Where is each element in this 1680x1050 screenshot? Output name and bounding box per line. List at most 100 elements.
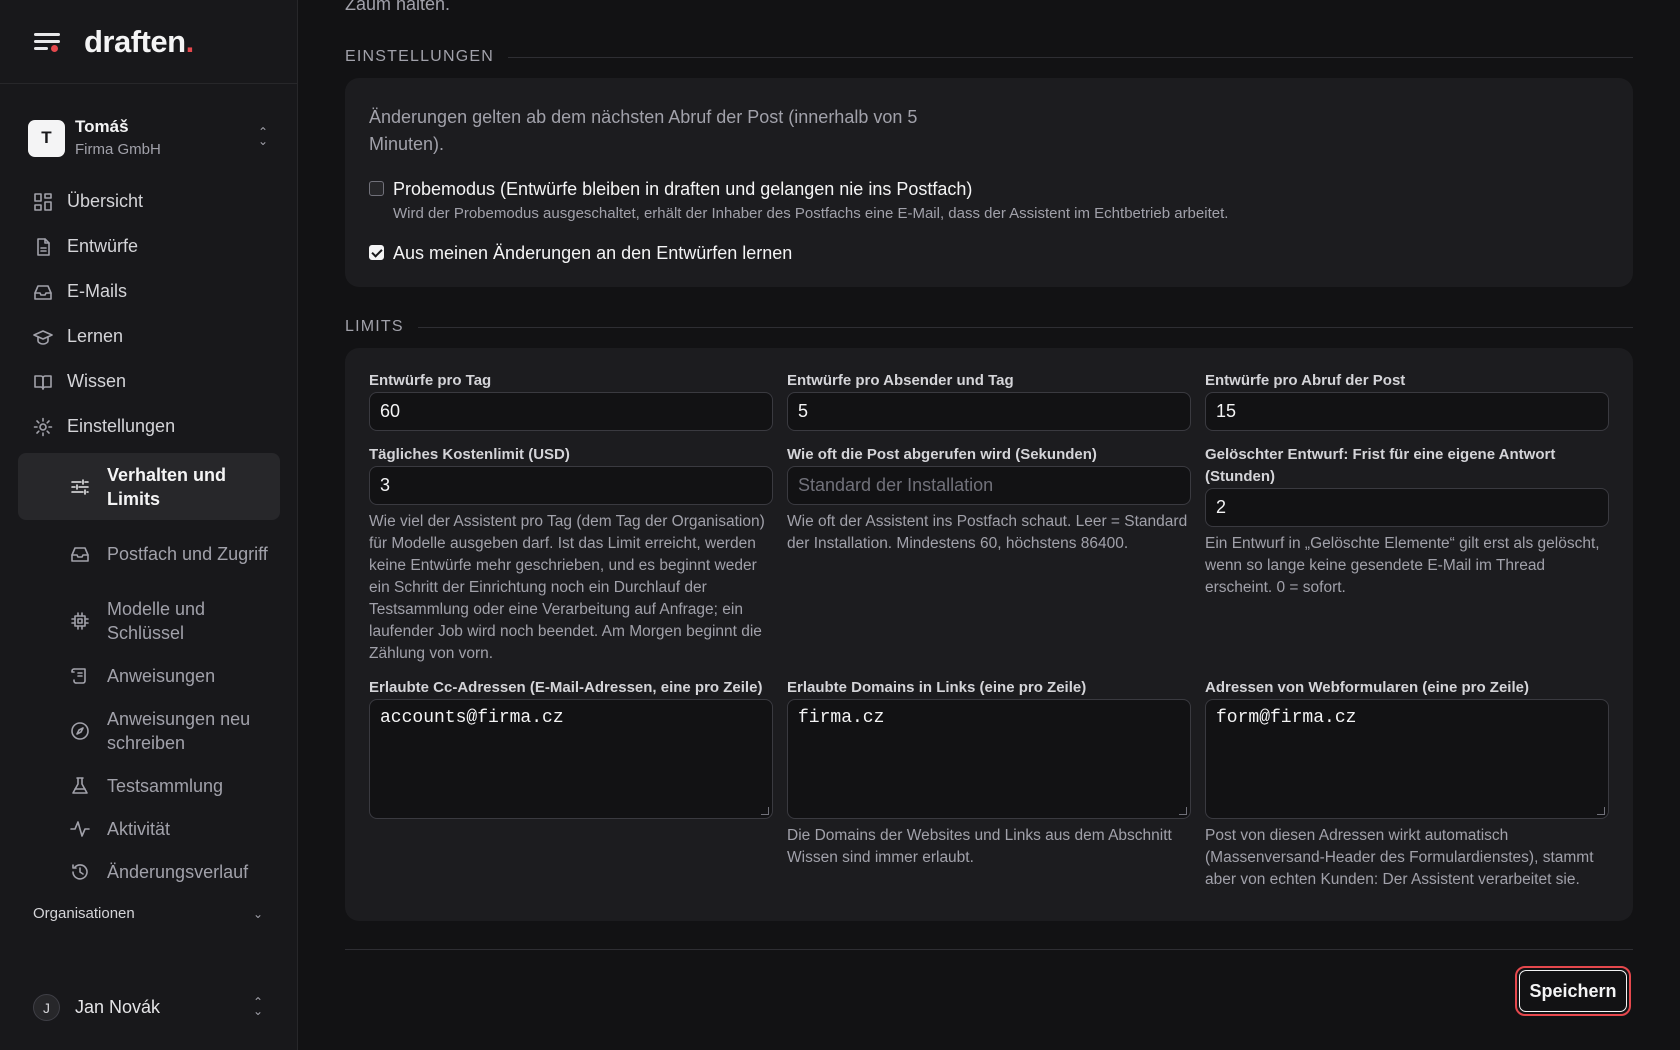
account-switcher[interactable]: T Tomáš Firma GmbH ⌃ ⌄ <box>28 116 270 158</box>
deleted-draft-input[interactable]: 2 <box>1205 488 1609 527</box>
learn-option: Aus meinen Änderungen an den Entwürfen l… <box>369 242 792 264</box>
account-avatar: T <box>28 119 65 157</box>
nav-item-emails[interactable]: E-Mails <box>18 269 280 314</box>
field-help: Wie viel der Assistent pro Tag (dem Tag … <box>369 513 765 662</box>
field-help: Die Domains der Websites und Links aus d… <box>787 827 1172 866</box>
test-mode-label[interactable]: Probemodus (Entwürfe bleiben in draften … <box>393 178 1228 200</box>
organizations-label: Organisationen <box>33 905 135 922</box>
field-label: Entwürfe pro Absender und Tag <box>787 372 1014 389</box>
chevron-up-down-icon: ⌃ ⌄ <box>257 125 269 148</box>
sidebar: draften. T Tomáš Firma GmbH ⌃ ⌄ Übersicht… <box>0 0 298 1050</box>
test-mode-checkbox[interactable] <box>369 181 384 196</box>
field-label: Wie oft die Post abgerufen wird (Sekunde… <box>787 446 1097 463</box>
dashboard-icon <box>34 192 52 211</box>
drafts-per-sender-input[interactable]: 5 <box>787 392 1191 431</box>
graduation-cap-icon <box>33 329 53 345</box>
user-name: Jan Novák <box>75 997 161 1017</box>
subnav-item-activity[interactable]: Aktivität <box>18 807 280 850</box>
subnav-item-behavior[interactable]: Verhalten und Limits <box>18 453 280 520</box>
user-menu[interactable]: J Jan Novák ⌃ ⌄ <box>33 994 265 1021</box>
gear-icon <box>33 417 53 436</box>
nav-item-overview[interactable]: Übersicht <box>18 179 280 224</box>
subnav-label: Verhalten und Limits <box>107 464 227 509</box>
subnav-label: Anweisungen <box>107 665 216 686</box>
subnav-item-instructions[interactable]: Anweisungen <box>18 654 280 697</box>
field-label: Erlaubte Cc-Adressen (E-Mail-Adressen, e… <box>369 679 763 696</box>
test-mode-help: Wird der Probemodus ausgeschaltet, erhäl… <box>393 205 1229 222</box>
subnav-item-mailbox[interactable]: Postfach und Zugriff <box>18 520 280 587</box>
section-title: LIMITS <box>345 318 404 335</box>
settings-note: Änderungen gelten ab dem nächsten Abruf … <box>369 107 918 154</box>
subnav-label: Modelle und Schlüssel <box>107 598 206 643</box>
cc-addresses-field: Erlaubte Cc-Adressen (E-Mail-Adressen, e… <box>369 677 773 819</box>
activity-icon <box>70 820 90 837</box>
drafts-per-day-field: Entwürfe pro Tag 60 <box>369 370 773 431</box>
footer-divider <box>345 949 1633 950</box>
sliders-icon <box>71 478 89 495</box>
field-label: Adressen von Webformularen (eine pro Zei… <box>1205 679 1529 696</box>
drafts-per-fetch-input[interactable]: 15 <box>1205 392 1609 431</box>
logo: draften. <box>84 23 194 59</box>
field-label: Tägliches Kostenlimit (USD) <box>369 446 570 463</box>
nav-item-drafts[interactable]: Entwürfe <box>18 224 280 269</box>
field-help: Post von diesen Adressen wirkt automatis… <box>1205 827 1594 888</box>
subnav-item-rewrite[interactable]: Anweisungen neu schreiben <box>18 697 280 764</box>
subnav-label: Anweisungen neu schreiben <box>107 708 251 753</box>
save-button[interactable]: Speichern <box>1519 970 1627 1012</box>
learn-checkbox[interactable] <box>369 245 384 260</box>
link-domains-textarea[interactable]: firma.cz <box>787 699 1191 819</box>
subnav-label: Aktivität <box>107 818 171 839</box>
test-mode-option: Probemodus (Entwürfe bleiben in draften … <box>369 178 1228 222</box>
flask-icon <box>72 776 88 794</box>
cc-addresses-textarea[interactable]: accounts@firma.cz <box>369 699 773 819</box>
settings-card: Änderungen gelten ab dem nächsten Abruf … <box>345 78 1633 287</box>
book-icon <box>34 374 52 390</box>
main-nav: Übersicht Entwürfe E-Mails Lernen Wissen… <box>18 179 280 893</box>
section-title: EINSTELLUNGEN <box>345 48 494 65</box>
save-button-focus-ring: Speichern <box>1515 966 1631 1016</box>
history-icon <box>72 863 88 880</box>
compass-icon <box>71 721 89 740</box>
nav-item-settings[interactable]: Einstellungen <box>18 404 280 449</box>
learn-label[interactable]: Aus meinen Änderungen an den Entwürfen l… <box>393 242 792 264</box>
drafts-per-day-input[interactable]: 60 <box>369 392 773 431</box>
deleted-draft-field: Gelöschter Entwurf: Frist für eine eigen… <box>1205 444 1609 599</box>
fetch-interval-input[interactable]: Standard der Installation <box>787 466 1191 505</box>
field-help: Ein Entwurf in „Gelöschte Elemente“ gilt… <box>1205 535 1600 596</box>
cost-limit-input[interactable]: 3 <box>369 466 773 505</box>
organizations-toggle[interactable]: Organisationen ⌄ <box>33 905 263 922</box>
inbox-icon <box>71 546 89 562</box>
subnav-item-testsuite[interactable]: Testsammlung <box>18 764 280 807</box>
drafts-per-sender-field: Entwürfe pro Absender und Tag 5 <box>787 370 1191 431</box>
link-domains-field: Erlaubte Domains in Links (eine pro Zeil… <box>787 677 1191 869</box>
webform-addresses-textarea[interactable]: form@firma.cz <box>1205 699 1609 819</box>
document-icon <box>37 237 50 256</box>
nav-label: Übersicht <box>67 191 144 211</box>
drafts-per-fetch-field: Entwürfe pro Abruf der Post 15 <box>1205 370 1609 431</box>
nav-label: E-Mails <box>67 281 128 301</box>
menu-icon[interactable] <box>34 32 60 52</box>
limits-section-header: LIMITS <box>345 318 1633 336</box>
subnav-item-history[interactable]: Änderungsverlauf <box>18 850 280 893</box>
nav-label: Lernen <box>67 326 124 346</box>
chevron-down-icon: ⌄ <box>252 906 263 921</box>
subnav-item-models[interactable]: Modelle und Schlüssel <box>18 587 280 654</box>
nav-label: Einstellungen <box>67 416 176 436</box>
webform-addresses-field: Adressen von Webformularen (eine pro Zei… <box>1205 677 1609 891</box>
field-label: Erlaubte Domains in Links (eine pro Zeil… <box>787 679 1087 696</box>
cost-limit-field: Tägliches Kostenlimit (USD) 3 Wie viel d… <box>369 444 773 665</box>
nav-item-learning[interactable]: Lernen <box>18 314 280 359</box>
fetch-interval-field: Wie oft die Post abgerufen wird (Sekunde… <box>787 444 1191 555</box>
chip-icon <box>71 611 89 630</box>
account-org: Firma GmbH <box>75 140 161 158</box>
scroll-icon <box>71 667 86 684</box>
field-label: Entwürfe pro Abruf der Post <box>1205 372 1406 389</box>
field-help: Wie oft der Assistent ins Postfach schau… <box>787 513 1188 552</box>
nav-item-knowledge[interactable]: Wissen <box>18 359 280 404</box>
account-name: Tomáš <box>75 116 129 136</box>
subnav-label: Postfach und Zugriff <box>107 543 268 564</box>
limits-card: Entwürfe pro Tag 60 Entwürfe pro Absende… <box>345 348 1633 921</box>
brand-bar: draften. <box>0 0 297 84</box>
intro-text: Zaum halten. <box>345 0 451 14</box>
subnav-label: Änderungsverlauf <box>107 861 249 882</box>
